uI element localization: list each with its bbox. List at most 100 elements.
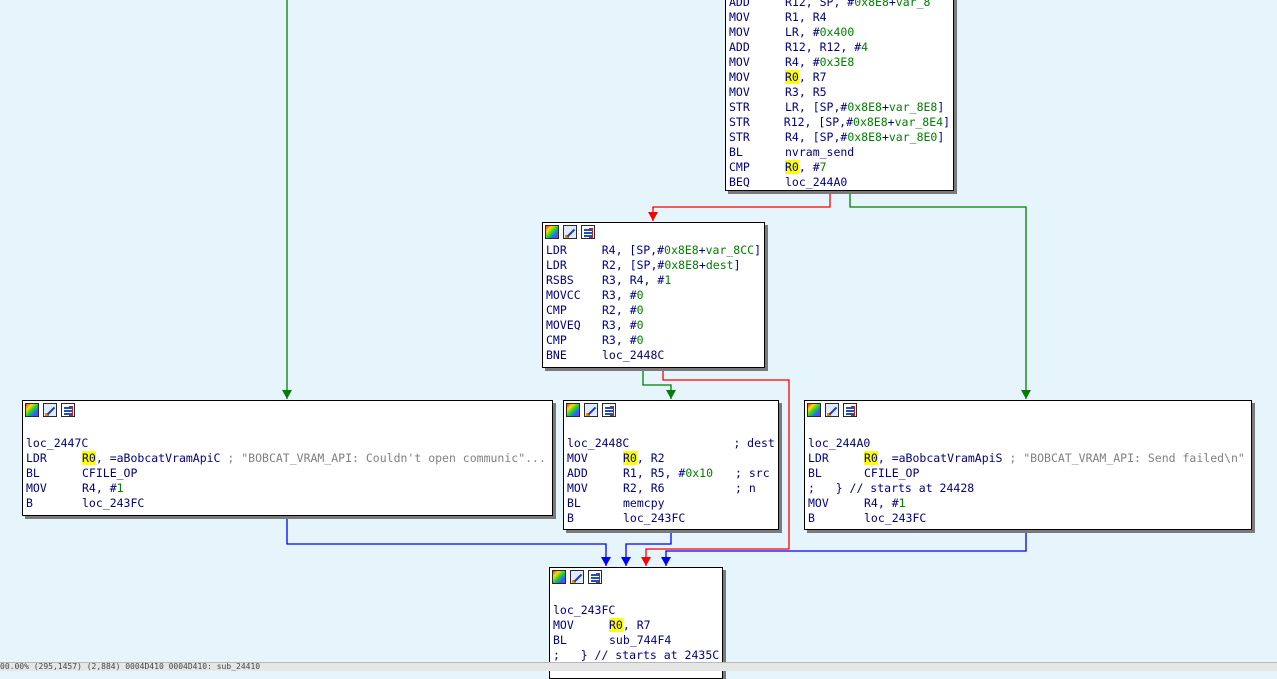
- operands[interactable]: R2, [SP,#0x8E8+dest]: [602, 258, 741, 273]
- operands[interactable]: loc_243FC: [82, 496, 144, 511]
- rename-node-icon[interactable]: [825, 403, 839, 417]
- code-line[interactable]: LDR R0, =aBobcatVramApiS ; "BOBCAT_VRAM_A…: [808, 451, 1248, 466]
- code-line[interactable]: ADD R1, R5, #0x10; src: [567, 466, 775, 481]
- code-line[interactable]: BL sub_744F4: [553, 633, 719, 648]
- code-line[interactable]: LDR R2, [SP,#0x8E8+dest]: [546, 258, 761, 273]
- code-block-middle[interactable]: LDR R4, [SP,#0x8E8+var_8CC] LDR R2, [SP,#0x…: [542, 222, 765, 368]
- location-label[interactable]: loc_2447C: [26, 436, 88, 451]
- operands[interactable]: R0, #7: [785, 160, 827, 175]
- code-line[interactable]: BL CFILE_OP: [808, 466, 1248, 481]
- operands[interactable]: R12, SP, #0x8E8+var_8: [785, 0, 930, 10]
- code-line[interactable]: STR LR, [SP,#0x8E8+var_8E8]: [729, 100, 950, 115]
- code-line[interactable]: BL nvram_send: [729, 145, 950, 160]
- operands[interactable]: nvram_send: [785, 145, 854, 160]
- operands[interactable]: R1, R4: [785, 10, 827, 25]
- operands[interactable]: R1, R5, #0x10: [623, 466, 735, 481]
- location-label[interactable]: loc_243FC: [553, 603, 615, 618]
- operands[interactable]: R0, =aBobcatVramApiS: [864, 451, 1002, 466]
- operands[interactable]: R2, R6: [623, 481, 735, 496]
- operands[interactable]: loc_2448C: [602, 348, 664, 363]
- rename-node-icon[interactable]: [563, 225, 577, 239]
- operands[interactable]: CFILE_OP: [82, 466, 137, 481]
- group-nodes-icon[interactable]: [581, 225, 595, 239]
- code-line[interactable]: MOVCC R3, #0: [546, 288, 761, 303]
- code-block-top[interactable]: ADD R12, SP, #0x8E8+var_8 MOV R1, R4 MOV LR, …: [725, 0, 954, 191]
- block-label[interactable]: loc_2448C ; dest: [567, 436, 775, 451]
- code-line[interactable]: Bloc_243FC: [567, 511, 775, 526]
- operands[interactable]: R0, R7: [785, 70, 827, 85]
- code-line[interactable]: LDR R0, =aBobcatVramApiC ; "BOBCAT_VRAM_A…: [26, 451, 549, 466]
- code-line[interactable]: ADD R12, SP, #0x8E8+var_8: [729, 0, 950, 10]
- color-palette-icon[interactable]: [25, 403, 39, 417]
- code-line[interactable]: MOV R4, #1: [808, 496, 1248, 511]
- code-line[interactable]: LDR R4, [SP,#0x8E8+var_8CC]: [546, 243, 761, 258]
- operands[interactable]: sub_744F4: [609, 633, 671, 648]
- operands[interactable]: R3, R5: [785, 85, 827, 100]
- code-line[interactable]: MOV R1, R4: [729, 10, 950, 25]
- code-line[interactable]: MOV R4, #1: [26, 481, 549, 496]
- code-line[interactable]: MOV R0, R7: [729, 70, 950, 85]
- code-line[interactable]: BL memcpy: [567, 496, 775, 511]
- operands[interactable]: R0, R7: [609, 618, 651, 633]
- code-line[interactable]: MOV R0, R2: [567, 451, 775, 466]
- block-label[interactable]: loc_244A0: [808, 436, 1248, 451]
- group-nodes-icon[interactable]: [843, 403, 857, 417]
- operands[interactable]: R4, #1: [82, 481, 124, 496]
- code-line[interactable]: BNE loc_2448C: [546, 348, 761, 363]
- code-line[interactable]: STR R4, [SP,#0x8E8+var_8E0]: [729, 130, 950, 145]
- operands[interactable]: R4, #1: [864, 496, 906, 511]
- operands[interactable]: R3, #0: [602, 333, 644, 348]
- code-line[interactable]: MOV R0, R7: [553, 618, 719, 633]
- code-line[interactable]: BL CFILE_OP: [26, 466, 549, 481]
- color-palette-icon[interactable]: [552, 570, 566, 584]
- operands[interactable]: R4, [SP,#0x8E8+var_8CC]: [602, 243, 761, 258]
- code-line[interactable]: MOV R4, #0x3E8: [729, 55, 950, 70]
- operands[interactable]: R4, [SP,#0x8E8+var_8E0]: [785, 130, 944, 145]
- operands[interactable]: R12, R12, #4: [785, 40, 868, 55]
- rename-node-icon[interactable]: [570, 570, 584, 584]
- operands[interactable]: R3, R4, #1: [602, 273, 671, 288]
- code-block-loc-2447c[interactable]: loc_2447C LDR R0, =aBobcatVramApiC ; "BOBC…: [22, 400, 553, 516]
- code-block-loc-2448c[interactable]: loc_2448C ; dest MOV R0, R2 ADD R1, R5, #0x10…: [563, 400, 779, 530]
- operands[interactable]: R2, #0: [602, 303, 644, 318]
- operands[interactable]: R0, =aBobcatVramApiC: [82, 451, 220, 466]
- code-line[interactable]: CMP R0, #7: [729, 160, 950, 175]
- code-line[interactable]: MOV R2, R6; n: [567, 481, 775, 496]
- location-label[interactable]: loc_244A0: [808, 436, 870, 451]
- operands[interactable]: R12, [SP,#0x8E8+var_8E4]: [784, 115, 950, 130]
- code-line[interactable]: MOV LR, #0x400: [729, 25, 950, 40]
- group-nodes-icon[interactable]: [61, 403, 75, 417]
- code-line[interactable]: Bloc_243FC: [26, 496, 549, 511]
- group-nodes-icon[interactable]: [602, 403, 616, 417]
- code-line[interactable]: MOVEQ R3, #0: [546, 318, 761, 333]
- code-line[interactable]: CMP R2, #0: [546, 303, 761, 318]
- block-label[interactable]: loc_243FC: [553, 603, 719, 618]
- code-line[interactable]: RSBS R3, R4, #1: [546, 273, 761, 288]
- rename-node-icon[interactable]: [584, 403, 598, 417]
- operands[interactable]: R3, #0: [602, 318, 644, 333]
- operands[interactable]: R4, #0x3E8: [785, 55, 854, 70]
- operands[interactable]: loc_243FC: [623, 511, 685, 526]
- operands[interactable]: memcpy: [623, 496, 665, 511]
- operands[interactable]: R3, #0: [602, 288, 644, 303]
- code-line[interactable]: ; } // starts at 2435C: [553, 648, 719, 663]
- code-line[interactable]: STR R12, [SP,#0x8E8+var_8E4]: [729, 115, 950, 130]
- graph-view-canvas[interactable]: ADD R12, SP, #0x8E8+var_8 MOV R1, R4 MOV LR, …: [0, 0, 1277, 679]
- operands[interactable]: CFILE_OP: [864, 466, 919, 481]
- color-palette-icon[interactable]: [807, 403, 821, 417]
- operands[interactable]: LR, [SP,#0x8E8+var_8E8]: [785, 100, 944, 115]
- operands[interactable]: loc_243FC: [864, 511, 926, 526]
- color-palette-icon[interactable]: [566, 403, 580, 417]
- code-line[interactable]: BEQ loc_244A0: [729, 175, 950, 190]
- code-line[interactable]: CMP R3, #0: [546, 333, 761, 348]
- operands[interactable]: LR, #0x400: [785, 25, 854, 40]
- block-label[interactable]: loc_2447C: [26, 436, 549, 451]
- code-line[interactable]: Bloc_243FC: [808, 511, 1248, 526]
- code-line[interactable]: ; } // starts at 24428: [808, 481, 1248, 496]
- group-nodes-icon[interactable]: [588, 570, 602, 584]
- code-line[interactable]: ADD R12, R12, #4: [729, 40, 950, 55]
- color-palette-icon[interactable]: [545, 225, 559, 239]
- operands[interactable]: R0, R2: [623, 451, 665, 466]
- rename-node-icon[interactable]: [43, 403, 57, 417]
- code-line[interactable]: MOV R3, R5: [729, 85, 950, 100]
